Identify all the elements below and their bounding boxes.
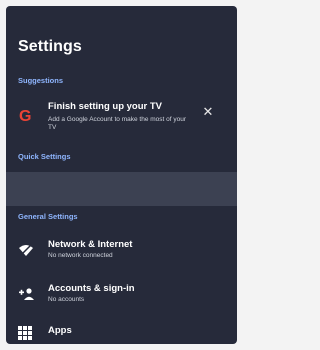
accounts-status: No accounts [48, 296, 85, 303]
page-title: Settings [18, 38, 82, 55]
network-status: No network connected [48, 252, 113, 259]
google-g-icon: G [19, 108, 32, 125]
network-label: Network & Internet [48, 239, 133, 250]
sidebar-item-accounts[interactable]: Accounts & sign-in No accounts [6, 282, 237, 312]
settings-panel: Settings Suggestions G Finish setting up… [6, 6, 237, 344]
suggestion-subtitle: Add a Google Account to make the most of… [48, 116, 187, 131]
quick-settings-focus-band[interactable] [6, 172, 237, 206]
apps-grid-icon [18, 326, 34, 342]
add-account-icon [18, 286, 34, 302]
wifi-off-icon [18, 242, 34, 258]
suggestions-header: Suggestions [18, 76, 64, 85]
suggestion-finish-setup[interactable]: G Finish setting up your TV Add a Google… [6, 98, 237, 138]
apps-label: Apps [48, 325, 72, 336]
quick-settings-header: Quick Settings [18, 152, 71, 161]
suggestion-title: Finish setting up your TV [48, 101, 162, 112]
accounts-label: Accounts & sign-in [48, 283, 135, 294]
general-settings-header: General Settings [18, 212, 78, 221]
sidebar-item-apps[interactable]: Apps [6, 324, 237, 344]
sidebar-item-network[interactable]: Network & Internet No network connected [6, 238, 237, 268]
close-icon[interactable]: ✕ [201, 105, 215, 119]
